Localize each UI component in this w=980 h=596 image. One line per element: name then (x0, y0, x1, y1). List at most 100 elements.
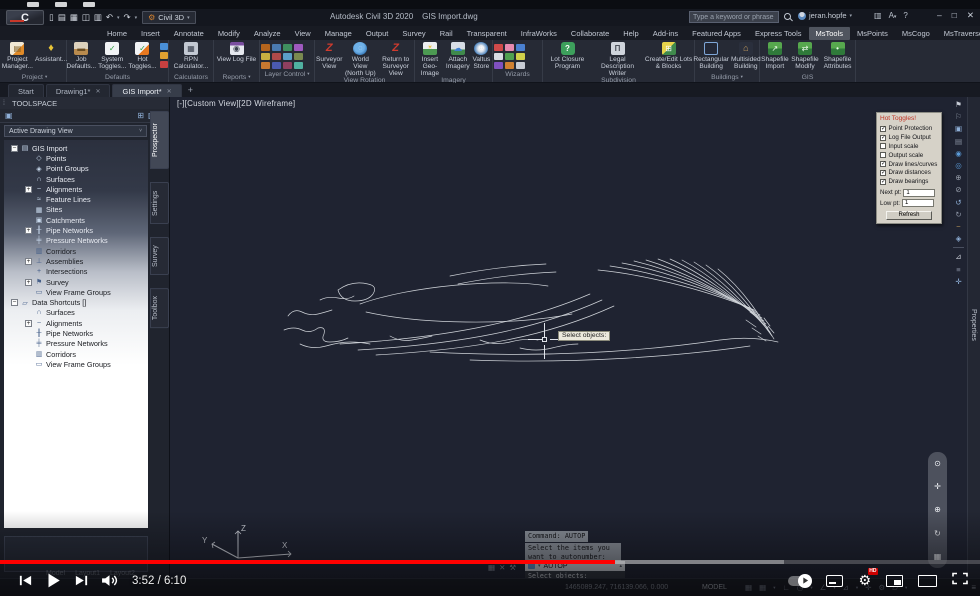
globe-alt-tool-icon[interactable]: ◎ (955, 161, 962, 170)
expand-toggle[interactable]: + (25, 186, 32, 193)
ribbon-tab[interactable]: Annotate (167, 27, 211, 40)
ribbon-tab[interactable]: MsTraverse (937, 27, 980, 40)
ribbon-tab[interactable]: Modify (211, 27, 247, 40)
shapefile-attributes-button[interactable]: •Shapefile Attributes (821, 42, 854, 70)
wizard-tool-icon[interactable] (505, 44, 514, 51)
new-file-icon[interactable]: ▯ (49, 12, 54, 23)
view-selector-dropdown[interactable]: Active Drawing View˅ (4, 125, 147, 137)
expand-toggle[interactable]: − (11, 145, 18, 152)
viewport-menu-control[interactable]: [-] (177, 99, 185, 108)
subtitles-icon[interactable] (826, 575, 843, 587)
layer-tool-icon[interactable] (261, 62, 270, 69)
open-file-icon[interactable]: ▤ (58, 12, 66, 23)
tree-item[interactable]: ·◈Point Groups (4, 164, 148, 174)
valtus-store-button[interactable]: ⊕Valtus Store (472, 42, 491, 70)
flag-outline-tool-icon[interactable]: ⚐ (955, 112, 962, 121)
shapefile-modify-button[interactable]: ⇄Shapefile Modify (791, 42, 819, 70)
node-tool-icon[interactable]: ◈ (956, 234, 962, 243)
toolspace-header[interactable]: TOOLSPACE (0, 97, 169, 109)
pan-icon[interactable]: ✛ (934, 482, 941, 491)
ribbon-tab[interactable]: Home (100, 27, 134, 40)
system-toggles-button[interactable]: ✓System Toggles... (98, 42, 126, 70)
redo-caret-icon[interactable]: ▾ (135, 15, 138, 21)
tree-item[interactable]: +╫Pipe Networks (4, 225, 148, 235)
video-progress-bar[interactable] (0, 560, 980, 564)
polyline-tool-icon[interactable]: ~ (956, 222, 960, 231)
defaults-tool-icon[interactable] (160, 43, 168, 50)
tree-item[interactable]: ·◇Points (4, 153, 148, 163)
ribbon-tab[interactable]: Transparent (460, 27, 514, 40)
autodesk-menu-icon[interactable]: A▾ (889, 11, 897, 20)
tree-item[interactable]: ·▭View Frame Groups (4, 287, 148, 297)
surveyor-view-button[interactable]: ZSurveyor View (316, 42, 342, 70)
play-button[interactable] (40, 568, 66, 594)
signin-area[interactable]: jeran.hopfe ▾ (798, 11, 852, 20)
theater-mode-icon[interactable] (918, 575, 937, 587)
ribbon-tab-mstools[interactable]: MsTools (809, 27, 851, 40)
previous-video-button[interactable] (12, 568, 38, 594)
tree-item[interactable]: ·+Intersections (4, 267, 148, 277)
rotate-cw-tool-icon[interactable]: ↻ (955, 210, 961, 219)
ribbon-tab[interactable]: MsPoints (850, 27, 895, 40)
layer-tool-icon[interactable] (283, 53, 292, 60)
workspace-switcher[interactable]: ⚙ Civil 3D ▾ (142, 11, 196, 24)
wizard-tool-icon[interactable] (505, 62, 514, 69)
expand-toggle[interactable]: + (25, 258, 32, 265)
snap-tool-icon[interactable]: ✛ (955, 277, 961, 286)
offset-tool-icon[interactable]: ≡ (956, 265, 960, 274)
autoplay-toggle[interactable] (788, 576, 811, 586)
ribbon-tab[interactable]: InfraWorks (514, 27, 564, 40)
insert-geo-image-button[interactable]: ☀Insert Geo-Image (416, 42, 444, 77)
legal-description-button[interactable]: ΠLegal Description Writer (593, 42, 643, 77)
active-drawing-icon[interactable]: ▣ (5, 111, 13, 120)
tree-item[interactable]: ·∩Surfaces (4, 174, 148, 184)
tree-item[interactable]: ·╫Pipe Networks (4, 328, 148, 338)
tree-item[interactable]: ·▭View Frame Groups (4, 359, 148, 369)
ribbon-tab[interactable]: View (288, 27, 318, 40)
file-tab-drawing1[interactable]: Drawing1*✕ (46, 84, 111, 97)
tab-settings[interactable]: Settings (150, 182, 169, 224)
search-input[interactable] (689, 11, 779, 23)
ribbon-tab[interactable]: Collaborate (564, 27, 616, 40)
layer-tool-icon[interactable] (272, 44, 281, 51)
tree-item[interactable]: ·╪Pressure Networks (4, 339, 148, 349)
panel-label-gis[interactable]: GIS (761, 72, 854, 82)
minimize-button[interactable]: – (937, 10, 942, 21)
file-tab-start[interactable]: Start (8, 84, 44, 97)
wizard-tool-icon[interactable] (494, 44, 503, 51)
tree-item[interactable]: +~Alignments (4, 184, 148, 194)
panel-label-reports[interactable]: Reports (215, 72, 258, 82)
checkbox[interactable] (880, 143, 886, 149)
return-surveyor-view-button[interactable]: ZReturn to Surveyor View (378, 42, 413, 77)
tab-properties[interactable]: Properties (970, 309, 977, 341)
ribbon-tab[interactable]: Express Tools (748, 27, 809, 40)
hot-toggles-button[interactable]: ✓Hot Toggles... (128, 42, 156, 70)
ribbon-tab[interactable]: Help (616, 27, 645, 40)
wizard-tool-icon[interactable] (516, 62, 525, 69)
layer-tool-icon[interactable] (272, 62, 281, 69)
flag-tool-icon[interactable]: ⚑ (955, 100, 962, 109)
expand-toggle[interactable]: + (25, 227, 32, 234)
ribbon-tab[interactable]: Rail (433, 27, 460, 40)
volume-icon[interactable] (96, 568, 122, 594)
checkbox[interactable] (880, 152, 886, 158)
save-as-icon[interactable]: ◫ (82, 12, 90, 23)
multisided-building-button[interactable]: ⌂Multisided Building (731, 42, 761, 70)
new-tab-icon[interactable]: + (188, 85, 193, 95)
undo-caret-icon[interactable]: ▾ (117, 15, 120, 21)
tab-survey[interactable]: Survey (150, 237, 169, 275)
next-video-button[interactable] (68, 568, 94, 594)
tree-item[interactable]: ·▥Corridors (4, 246, 148, 256)
redo-icon[interactable]: ↷ (123, 12, 130, 23)
close-tab-icon[interactable]: ✕ (95, 88, 100, 95)
wizard-tool-icon[interactable] (494, 62, 503, 69)
shapefile-import-button[interactable]: ↗Shapefile Import (761, 42, 789, 70)
tree-item[interactable]: ·▥Corridors (4, 349, 148, 359)
layer-tool-icon[interactable] (272, 53, 281, 60)
refresh-button[interactable]: Refresh (886, 211, 932, 220)
drawing-canvas[interactable]: [-][Custom View][2D Wireframe] (170, 97, 980, 578)
checkbox[interactable] (880, 170, 886, 176)
help-icon[interactable]: ? (903, 11, 907, 20)
ribbon-tab[interactable]: Insert (134, 27, 167, 40)
tree-item[interactable]: +⊥Assemblies (4, 256, 148, 266)
